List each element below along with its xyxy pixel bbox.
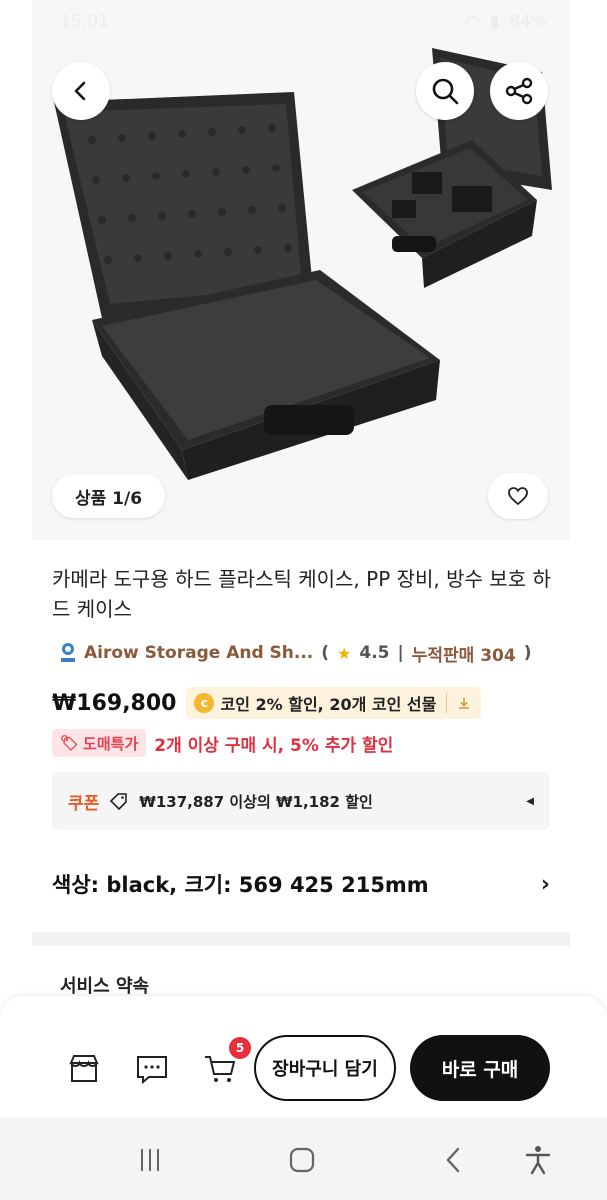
app-frame: 15:01 ◠ ▮ 84% 상품 1/6 카메라 도구용 하드 플라스틱 케이스… [0, 0, 607, 1200]
system-back-icon [446, 1147, 460, 1173]
wholesale-badge: 🏷 도매특가 [52, 729, 147, 757]
seller-logo-icon [60, 642, 76, 664]
store-icon [69, 1055, 99, 1082]
buy-now-button[interactable]: 바로 구매 [410, 1035, 550, 1101]
caret-icon: ◀ [526, 795, 534, 807]
wifi-icon: ◠ [465, 12, 480, 32]
cart-count-badge: 5 [229, 1037, 251, 1059]
tag-icon: 🏷 [60, 734, 80, 752]
system-back-button[interactable] [434, 1140, 474, 1180]
deal-text: 2개 이상 구매 시, 5% 추가 할인 [154, 735, 394, 756]
chevron-right-icon: › [540, 871, 550, 897]
share-button[interactable] [490, 62, 548, 120]
wishlist-button[interactable] [488, 473, 548, 519]
product-photo [54, 48, 552, 480]
back-icon [74, 81, 86, 101]
seller-row[interactable]: Airow Storage And Sh... ( ★ 4.5 | 누적판매 3… [60, 640, 531, 666]
signal-icon: ▮ [489, 12, 500, 32]
chat-icon [137, 1056, 167, 1085]
product-image-carousel[interactable] [32, 0, 570, 540]
section-divider [32, 932, 570, 946]
download-icon[interactable] [457, 696, 471, 710]
seller-name[interactable]: Airow Storage And Sh... [84, 643, 313, 663]
search-icon [432, 78, 459, 105]
cart-icon [205, 1056, 236, 1082]
deal-row: 🏷 도매특가 2개 이상 구매 시, 5% 추가 할인 [52, 728, 393, 758]
store-button[interactable] [64, 1049, 104, 1089]
option-selector[interactable]: 색상: black, 크기: 569 425 215mm › [52, 864, 550, 904]
coupon-row[interactable]: 쿠폰 ₩137,887 이상의 ₩1,182 할인 ◀ [52, 772, 550, 830]
battery-level: 84% [509, 12, 547, 32]
search-button[interactable] [416, 62, 474, 120]
sales-count: 누적판매 304 [411, 645, 516, 666]
coin-promo-text: 코인 2% 할인, 20개 코인 선물 [220, 695, 437, 714]
coupon-description: ₩137,887 이상의 ₩1,182 할인 [139, 792, 373, 811]
coin-promo[interactable]: c 코인 2% 할인, 20개 코인 선물 [186, 687, 482, 719]
recent-apps-icon [141, 1149, 159, 1171]
coupon-label: 쿠폰 [68, 793, 100, 814]
chat-button[interactable] [132, 1049, 172, 1089]
recent-apps-button[interactable] [130, 1140, 170, 1180]
accessibility-button[interactable] [518, 1140, 558, 1180]
service-title: 서비스 약속 [60, 976, 150, 997]
status-time: 15:01 [60, 12, 109, 32]
star-icon: ★ [337, 643, 352, 663]
price: ₩169,800 [52, 690, 177, 716]
coupon-tag-icon [110, 793, 128, 810]
home-button[interactable] [282, 1140, 322, 1180]
rating-value: 4.5 [359, 643, 390, 663]
heart-icon [508, 487, 528, 506]
add-to-cart-button[interactable]: 장바구니 담기 [254, 1035, 396, 1101]
share-icon [505, 77, 533, 105]
product-title: 카메라 도구용 하드 플라스틱 케이스, PP 장비, 방수 보호 하드 케이스 [52, 567, 551, 621]
status-bar: 15:01 ◠ ▮ 84% [0, 0, 607, 44]
back-button[interactable] [52, 62, 110, 120]
accessibility-icon [525, 1146, 551, 1175]
price-row: ₩169,800 c 코인 2% 할인, 20개 코인 선물 [52, 686, 482, 720]
coin-icon: c [194, 693, 215, 713]
home-icon [289, 1147, 315, 1173]
image-counter: 상품 1/6 [52, 474, 165, 518]
option-text: 색상: black, 크기: 569 425 215mm [52, 873, 429, 897]
